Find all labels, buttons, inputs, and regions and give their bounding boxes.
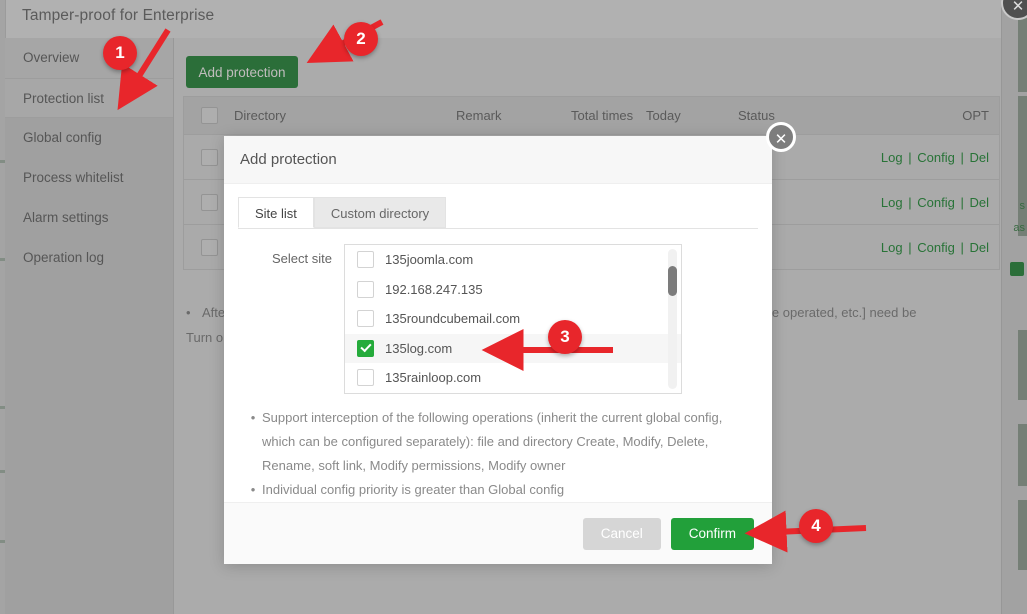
- annotation-arrows: [0, 0, 1027, 614]
- screenshot-root: Tamper-proof for Enterprise Overview Pro…: [0, 0, 1027, 614]
- annotation-marker-1: 1: [103, 36, 137, 70]
- annotation-marker-4: 4: [799, 509, 833, 543]
- annotation-marker-2: 2: [344, 22, 378, 56]
- annotation-marker-3: 3: [548, 320, 582, 354]
